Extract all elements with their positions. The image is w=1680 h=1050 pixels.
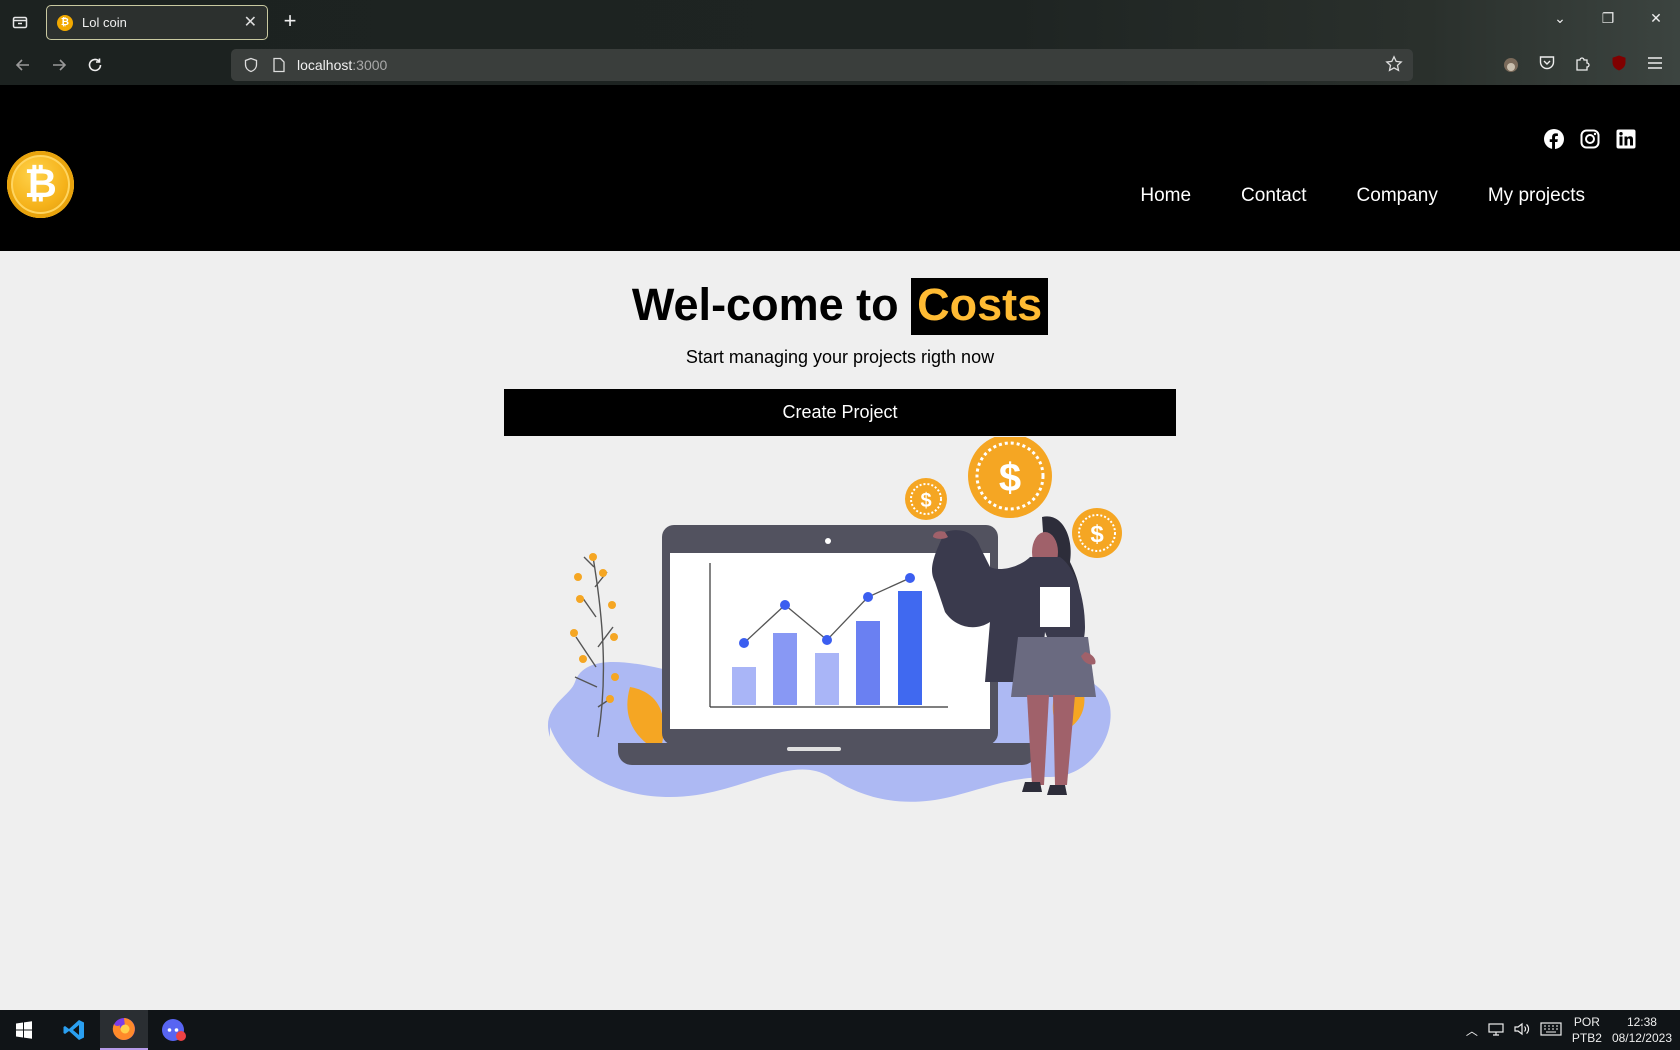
tab-list-icon[interactable] — [8, 10, 32, 34]
bitcoin-logo[interactable]: ₿ — [7, 151, 74, 218]
window-controls: ⌄ ❐ ✕ — [1550, 10, 1666, 27]
tab-title: Lol coin — [82, 15, 127, 30]
language-indicator[interactable]: POR PTB2 — [1572, 1014, 1602, 1046]
network-icon[interactable] — [1488, 1022, 1504, 1039]
bookmark-star-icon[interactable] — [1385, 55, 1405, 75]
firefox-icon[interactable] — [100, 1010, 148, 1050]
windows-start-icon[interactable] — [0, 1010, 48, 1050]
chevron-down-icon[interactable]: ⌄ — [1550, 10, 1570, 27]
clock-time: 12:38 — [1626, 1015, 1657, 1029]
tab-strip: ₿ Lol coin ✕ + ⌄ ❐ ✕ — [0, 0, 1680, 44]
url-port: :3000 — [352, 57, 388, 73]
title-prefix: Wel-come to — [631, 279, 912, 330]
nav-contact[interactable]: Contact — [1241, 185, 1306, 207]
keyboard-layout: PTB2 — [1571, 1031, 1602, 1045]
clock[interactable]: 12:38 08/12/2023 — [1612, 1014, 1672, 1046]
forward-icon[interactable] — [46, 52, 72, 78]
title-accent: Costs — [911, 278, 1049, 335]
pocket-icon[interactable] — [1536, 52, 1558, 74]
menu-icon[interactable] — [1644, 52, 1666, 74]
back-icon[interactable] — [10, 52, 36, 78]
language-code: POR — [1573, 1015, 1600, 1029]
url-bar[interactable]: localhost:3000 — [231, 49, 1413, 81]
dollar-coin-icon: $ — [968, 437, 1052, 518]
facebook-icon[interactable] — [1544, 129, 1564, 149]
ublock-icon[interactable] — [1608, 52, 1630, 74]
page-subtitle: Start managing your projects rigth now — [685, 347, 995, 367]
chevron-up-icon[interactable]: ︿ — [1466, 1022, 1478, 1039]
social-links — [1544, 129, 1636, 149]
main-content: Wel-come to Costs Start managing your pr… — [0, 251, 1680, 1010]
site-header: ₿ Home Contact Company My projects — [0, 85, 1680, 251]
create-project-button[interactable]: Create Project — [504, 389, 1176, 436]
system-tray: ︿ POR PTB2 12:38 08/12/2023 — [1466, 1010, 1672, 1050]
restore-icon[interactable]: ❐ — [1598, 10, 1618, 27]
browser-chrome: ₿ Lol coin ✕ + ⌄ ❐ ✕ localhost:3000 — [0, 0, 1680, 85]
svg-text:$: $ — [920, 490, 931, 512]
browser-toolbar: localhost:3000 — [0, 46, 1680, 84]
instagram-icon[interactable] — [1580, 129, 1600, 149]
savings-illustration: $ $ $ — [547, 437, 1122, 802]
small-coin-icon: $ — [905, 478, 947, 520]
close-window-icon[interactable]: ✕ — [1646, 10, 1666, 27]
bitcoin-icon: ₿ — [57, 14, 73, 31]
browser-tab[interactable]: ₿ Lol coin ✕ — [46, 5, 268, 40]
page-icon[interactable] — [269, 55, 289, 75]
extensions-puzzle-icon[interactable] — [1572, 52, 1594, 74]
close-icon[interactable]: ✕ — [244, 14, 257, 31]
discord-icon[interactable] — [150, 1010, 198, 1050]
main-nav: Home Contact Company My projects — [1140, 185, 1585, 207]
clock-date: 08/12/2023 — [1611, 1031, 1672, 1045]
volume-icon[interactable] — [1514, 1022, 1530, 1039]
nav-home[interactable]: Home — [1140, 185, 1191, 207]
nav-my-projects[interactable]: My projects — [1488, 185, 1585, 207]
new-tab-button[interactable]: + — [278, 10, 302, 34]
vscode-icon[interactable] — [50, 1010, 98, 1050]
keyboard-icon[interactable] — [1540, 1021, 1562, 1039]
url-host: localhost — [297, 57, 353, 73]
extension-icons — [1500, 52, 1666, 74]
reload-icon[interactable] — [82, 52, 108, 78]
windows-taskbar: ︿ POR PTB2 12:38 08/12/2023 — [0, 1010, 1680, 1050]
svg-text:$: $ — [999, 456, 1021, 500]
totoro-extension-icon[interactable] — [1500, 52, 1522, 74]
svg-text:$: $ — [1090, 521, 1104, 548]
linkedin-icon[interactable] — [1616, 129, 1636, 149]
medium-coin-icon: $ — [1072, 508, 1122, 558]
page-title: Wel-come to Costs — [0, 278, 1680, 335]
nav-company[interactable]: Company — [1357, 185, 1438, 207]
shield-icon[interactable] — [241, 55, 261, 75]
